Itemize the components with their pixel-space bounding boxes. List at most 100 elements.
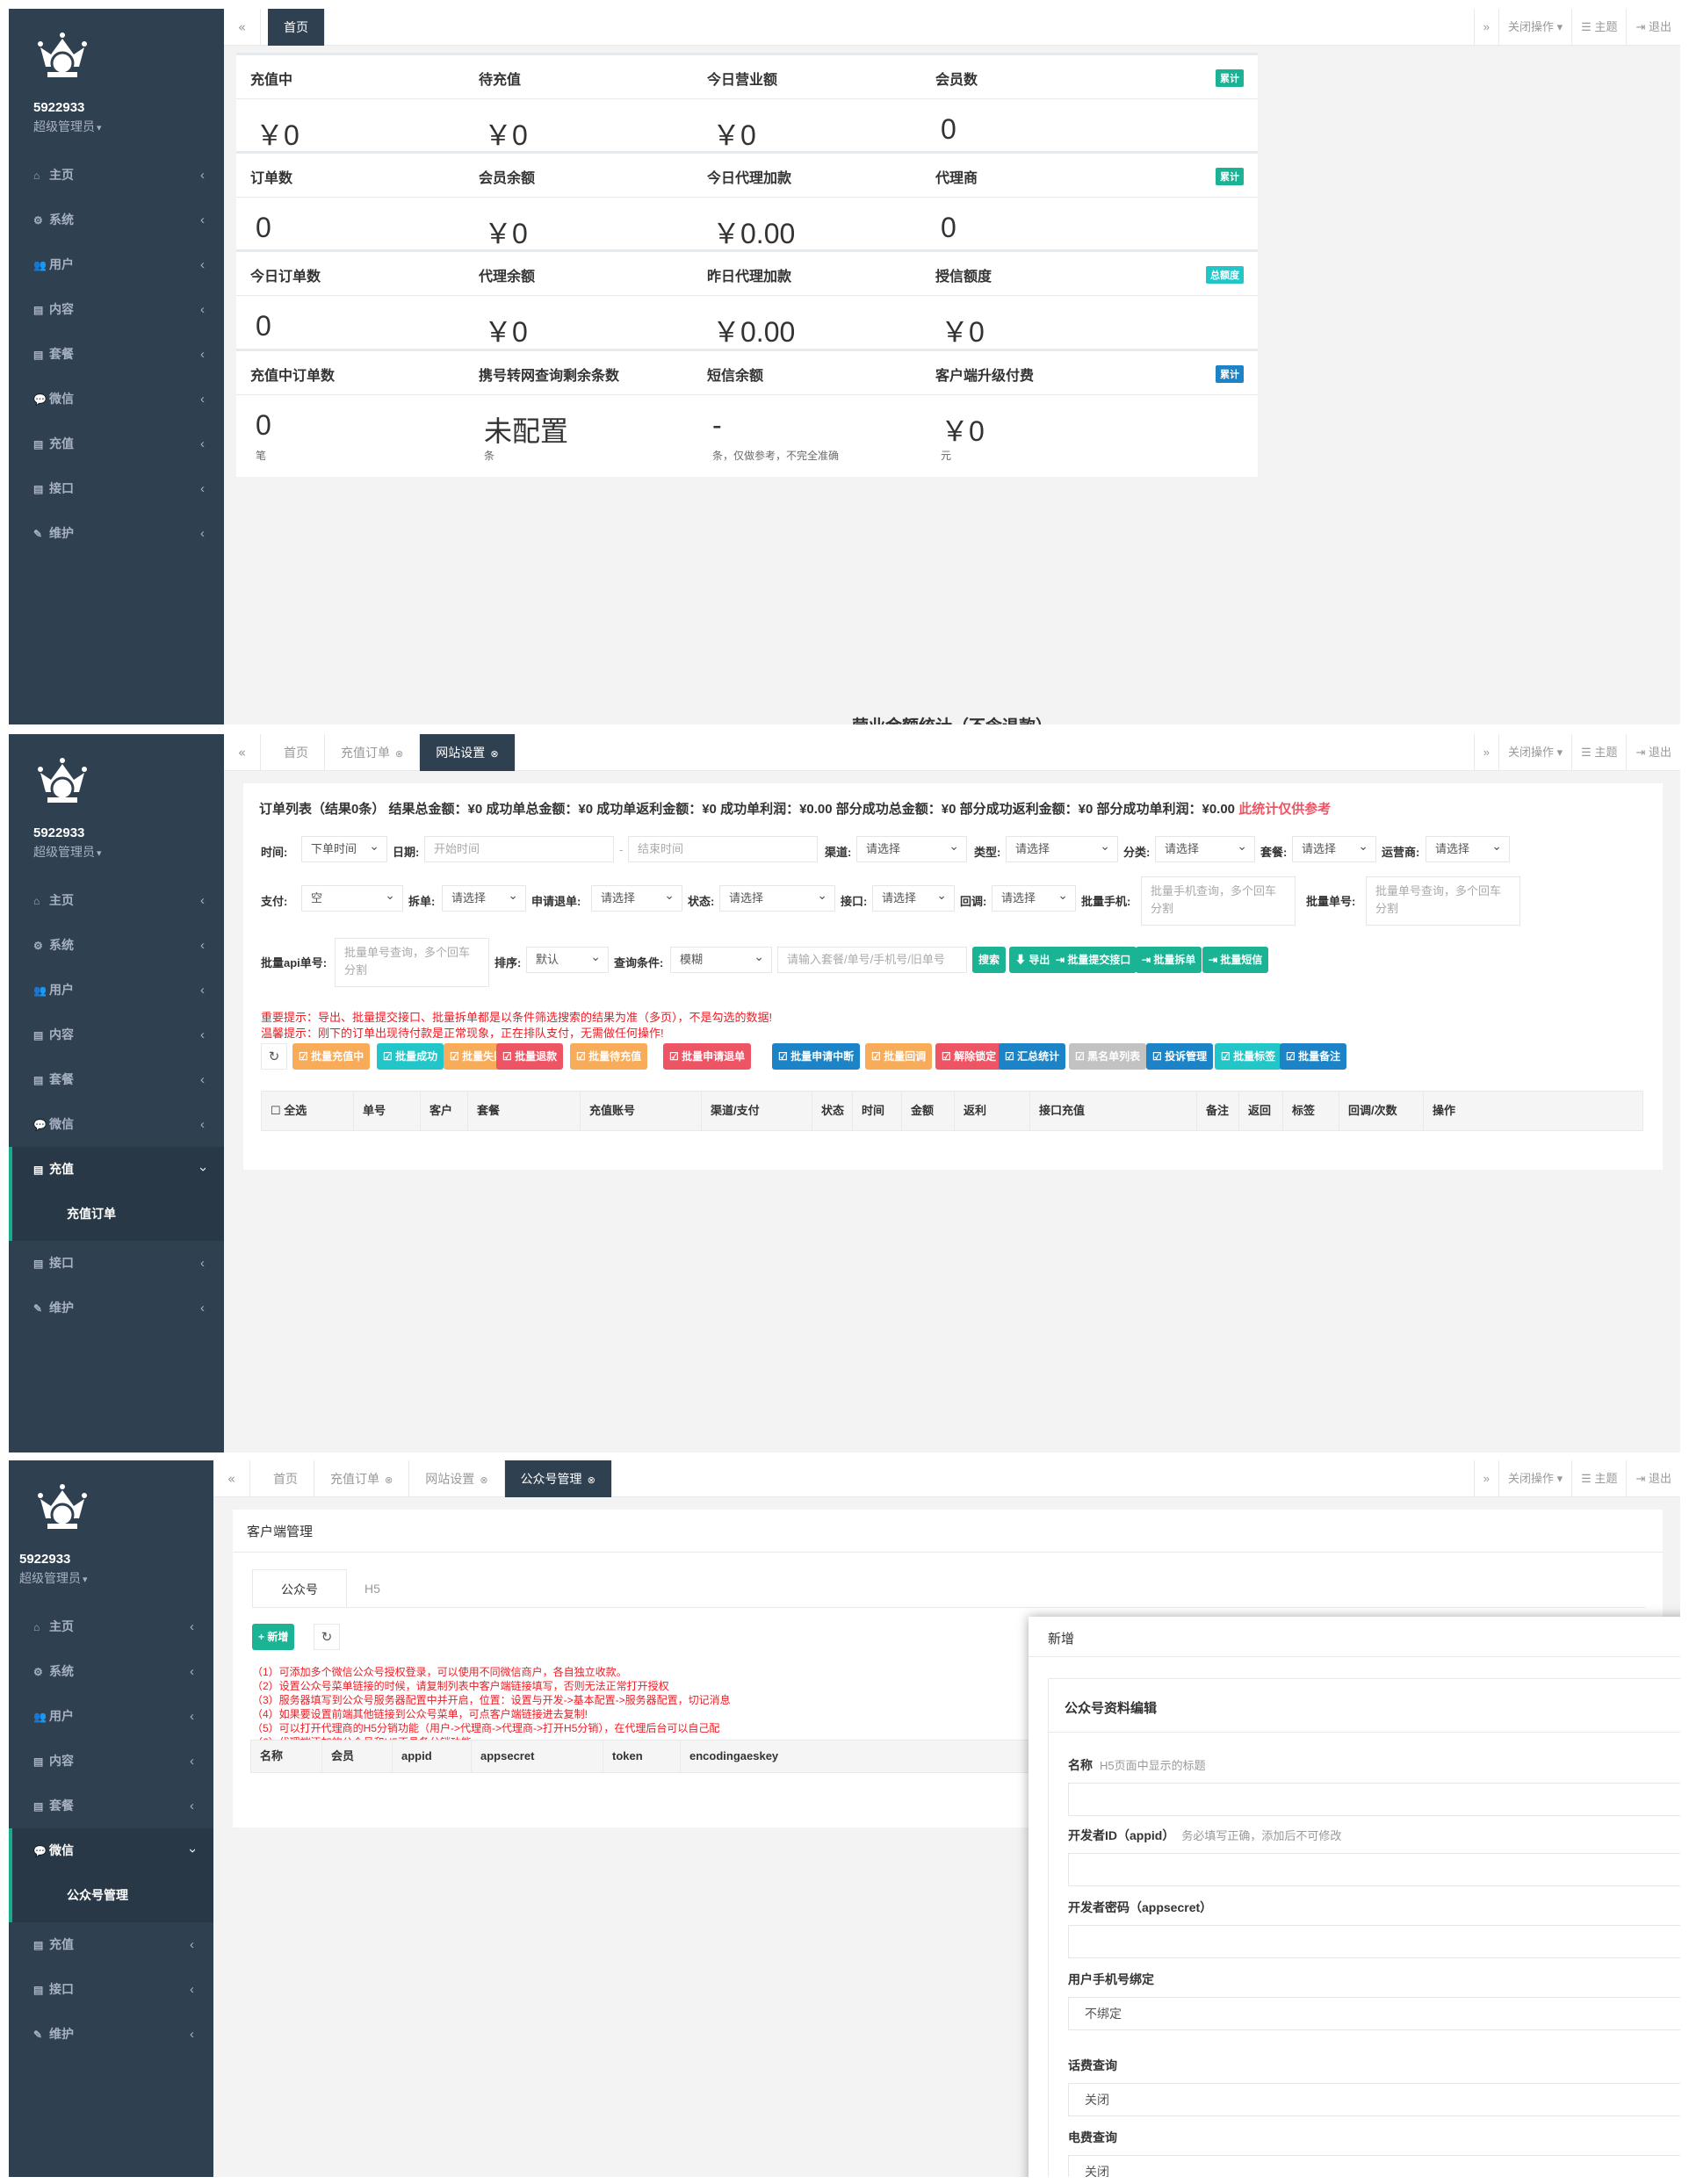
sidebar-item-3[interactable]: ▤ 内容 ‹ — [9, 1739, 213, 1784]
sidebar-item-7[interactable]: ▤ 接口 ‹ — [9, 1241, 224, 1286]
tab-0[interactable]: 首页 — [257, 1460, 314, 1497]
sidebar-item-4[interactable]: ▤ 套餐 ‹ — [9, 332, 224, 377]
scroll-left-icon[interactable]: « — [224, 9, 261, 46]
logout-button[interactable]: ⇥ 退出 — [1626, 1460, 1680, 1497]
batch-button-7[interactable]: ☑ 批量回调 — [865, 1043, 933, 1070]
scroll-right-icon[interactable]: » — [1473, 1460, 1498, 1497]
user-role-dropdown[interactable]: 超级管理员 — [33, 118, 102, 135]
sidebar-subitem[interactable]: 公众号管理 — [9, 1873, 213, 1922]
sidebar-subitem[interactable]: 充值订单 — [9, 1192, 224, 1241]
batch-button-13[interactable]: ☑ 批量备注 — [1280, 1043, 1347, 1070]
sidebar-item-1[interactable]: ⚙ 系统 ‹ — [9, 923, 224, 968]
appid-input[interactable] — [1068, 1853, 1680, 1886]
sidebar-item-8[interactable]: ✎ 维护 ‹ — [9, 1286, 224, 1330]
batch-button-1[interactable]: ☑ 批量成功 — [377, 1043, 444, 1070]
close-ops-dropdown[interactable]: 关闭操作 ▾ — [1498, 9, 1571, 46]
name-input[interactable] — [1068, 1783, 1680, 1816]
bill-query-select[interactable]: 关闭 — [1068, 2083, 1680, 2116]
batch-button-9[interactable]: ☑ 汇总统计 — [999, 1043, 1066, 1070]
sidebar-item-7[interactable]: ▤ 接口 ‹ — [9, 466, 224, 511]
close-tab-icon[interactable]: ⊗ — [487, 749, 498, 760]
sidebar-item-4[interactable]: ▤ 套餐 ‹ — [9, 1057, 224, 1102]
scroll-right-icon[interactable]: » — [1473, 734, 1498, 771]
tab-0[interactable]: 首页 — [268, 734, 325, 771]
batch-button-11[interactable]: ☑ 投诉管理 — [1146, 1043, 1214, 1070]
batch-button-8[interactable]: ☑ 解除锁定 — [935, 1043, 1003, 1070]
split-select[interactable]: 请选择 — [442, 883, 526, 912]
channel-select[interactable]: 请选择 — [856, 833, 967, 862]
close-ops-dropdown[interactable]: 关闭操作 ▾ — [1498, 1460, 1571, 1497]
type-select[interactable]: 请选择 — [1006, 833, 1118, 862]
sidebar-item-0[interactable]: ⌂ 主页 ‹ — [9, 1604, 213, 1649]
scroll-left-icon[interactable]: « — [224, 734, 261, 771]
batch-button-4[interactable]: ☑ 批量待充值 — [570, 1043, 648, 1070]
sidebar-item-0[interactable]: ⌂ 主页 ‹ — [9, 878, 224, 923]
refresh-icon[interactable]: ↻ — [314, 1624, 340, 1650]
status-select[interactable]: 请选择 — [719, 883, 835, 912]
keyword-input[interactable]: 请输入套餐/单号/手机号/旧单号 — [777, 947, 967, 973]
theme-button[interactable]: ☰ 主题 — [1571, 9, 1626, 46]
sidebar-item-8[interactable]: ✎ 维护 ‹ — [9, 511, 224, 556]
sidebar-item-7[interactable]: ▤ 接口 ‹ — [9, 1967, 213, 2012]
batch-button-3[interactable]: ☑ 批量退款 — [496, 1043, 564, 1070]
start-date-input[interactable]: 开始时间 — [424, 836, 614, 862]
sidebar-item-2[interactable]: 👥 用户 ‹ — [9, 1694, 213, 1739]
scroll-left-icon[interactable]: « — [213, 1460, 250, 1497]
close-tab-icon[interactable]: ⊗ — [393, 749, 403, 760]
tab-2[interactable]: 网站设置 ⊗ — [420, 734, 516, 771]
refresh-icon[interactable]: ↻ — [261, 1043, 287, 1070]
pay-select[interactable]: 空 — [301, 883, 403, 912]
electric-query-select[interactable]: 关闭 — [1068, 2155, 1680, 2177]
action-button-3[interactable]: ⇥ 批量拆单 — [1136, 947, 1202, 973]
sidebar-item-2[interactable]: 👥 用户 ‹ — [9, 242, 224, 287]
sidebar-item-4[interactable]: ▤ 套餐 ‹ — [9, 1784, 213, 1828]
sidebar-item-3[interactable]: ▤ 内容 ‹ — [9, 1013, 224, 1057]
close-tab-icon[interactable]: ⊗ — [585, 1475, 595, 1486]
batch-order-textarea[interactable]: 批量单号查询，多个回车分割 — [1366, 876, 1520, 926]
phone-bind-select[interactable]: 不绑定 — [1068, 1997, 1680, 2030]
batch-button-12[interactable]: ☑ 批量标签 — [1215, 1043, 1282, 1070]
cond-select[interactable]: 模糊 — [670, 944, 772, 973]
tab-0[interactable]: 首页 — [268, 9, 325, 46]
tab-1[interactable]: 充值订单 ⊗ — [325, 734, 421, 771]
tab-official-account[interactable]: 公众号 — [252, 1569, 347, 1608]
appsecret-input[interactable] — [1068, 1925, 1680, 1958]
logout-button[interactable]: ⇥ 退出 — [1626, 734, 1680, 771]
batch-api-textarea[interactable]: 批量单号查询，多个回车分割 — [335, 938, 489, 987]
category-select[interactable]: 请选择 — [1155, 833, 1255, 862]
batch-button-0[interactable]: ☑ 批量充值中 — [292, 1043, 371, 1070]
action-button-2[interactable]: ⇥ 批量提交接口 — [1050, 947, 1137, 973]
sidebar-item-1[interactable]: ⚙ 系统 ‹ — [9, 198, 224, 242]
operator-select[interactable]: 请选择 — [1426, 833, 1510, 862]
sidebar-item-2[interactable]: 👥 用户 ‹ — [9, 968, 224, 1013]
theme-button[interactable]: ☰ 主题 — [1571, 734, 1626, 771]
tab-1[interactable]: 充值订单 ⊗ — [314, 1460, 410, 1497]
tab-2[interactable]: 网站设置 ⊗ — [409, 1460, 505, 1497]
time-select[interactable]: 下单时间 — [301, 833, 387, 862]
action-button-4[interactable]: ⇥ 批量短信 — [1202, 947, 1269, 973]
select-all-checkbox[interactable]: ☐ — [271, 1104, 284, 1117]
sidebar-item-0[interactable]: ⌂ 主页 ‹ — [9, 153, 224, 198]
refund-select[interactable]: 请选择 — [591, 883, 682, 912]
sidebar-item-5[interactable]: 💬 微信 ‹ — [9, 1828, 213, 1873]
user-role-dropdown[interactable]: 超级管理员 — [33, 843, 102, 861]
user-role-dropdown[interactable]: 超级管理员 — [19, 1569, 88, 1587]
tab-h5[interactable]: H5 — [365, 1569, 380, 1608]
close-tab-icon[interactable]: ⊗ — [382, 1475, 393, 1486]
callback-select[interactable]: 请选择 — [992, 883, 1076, 912]
theme-button[interactable]: ☰ 主题 — [1571, 1460, 1626, 1497]
sidebar-item-1[interactable]: ⚙ 系统 ‹ — [9, 1649, 213, 1694]
sidebar-item-3[interactable]: ▤ 内容 ‹ — [9, 287, 224, 332]
batch-button-10[interactable]: ☑ 黑名单列表 — [1069, 1043, 1147, 1070]
scroll-right-icon[interactable]: » — [1473, 9, 1498, 46]
batch-phone-textarea[interactable]: 批量手机查询，多个回车分割 — [1141, 876, 1296, 926]
sidebar-item-5[interactable]: 💬 微信 ‹ — [9, 377, 224, 422]
close-tab-icon[interactable]: ⊗ — [477, 1475, 487, 1486]
tab-3[interactable]: 公众号管理 ⊗ — [504, 1460, 612, 1497]
action-button-0[interactable]: 搜索 — [972, 947, 1007, 973]
package-select[interactable]: 请选择 — [1292, 833, 1376, 862]
add-button[interactable]: + 新增 — [252, 1624, 295, 1650]
sidebar-item-6[interactable]: ▤ 充值 ‹ — [9, 422, 224, 466]
sidebar-item-8[interactable]: ✎ 维护 ‹ — [9, 2012, 213, 2057]
batch-button-5[interactable]: ☑ 批量申请退单 — [663, 1043, 752, 1070]
